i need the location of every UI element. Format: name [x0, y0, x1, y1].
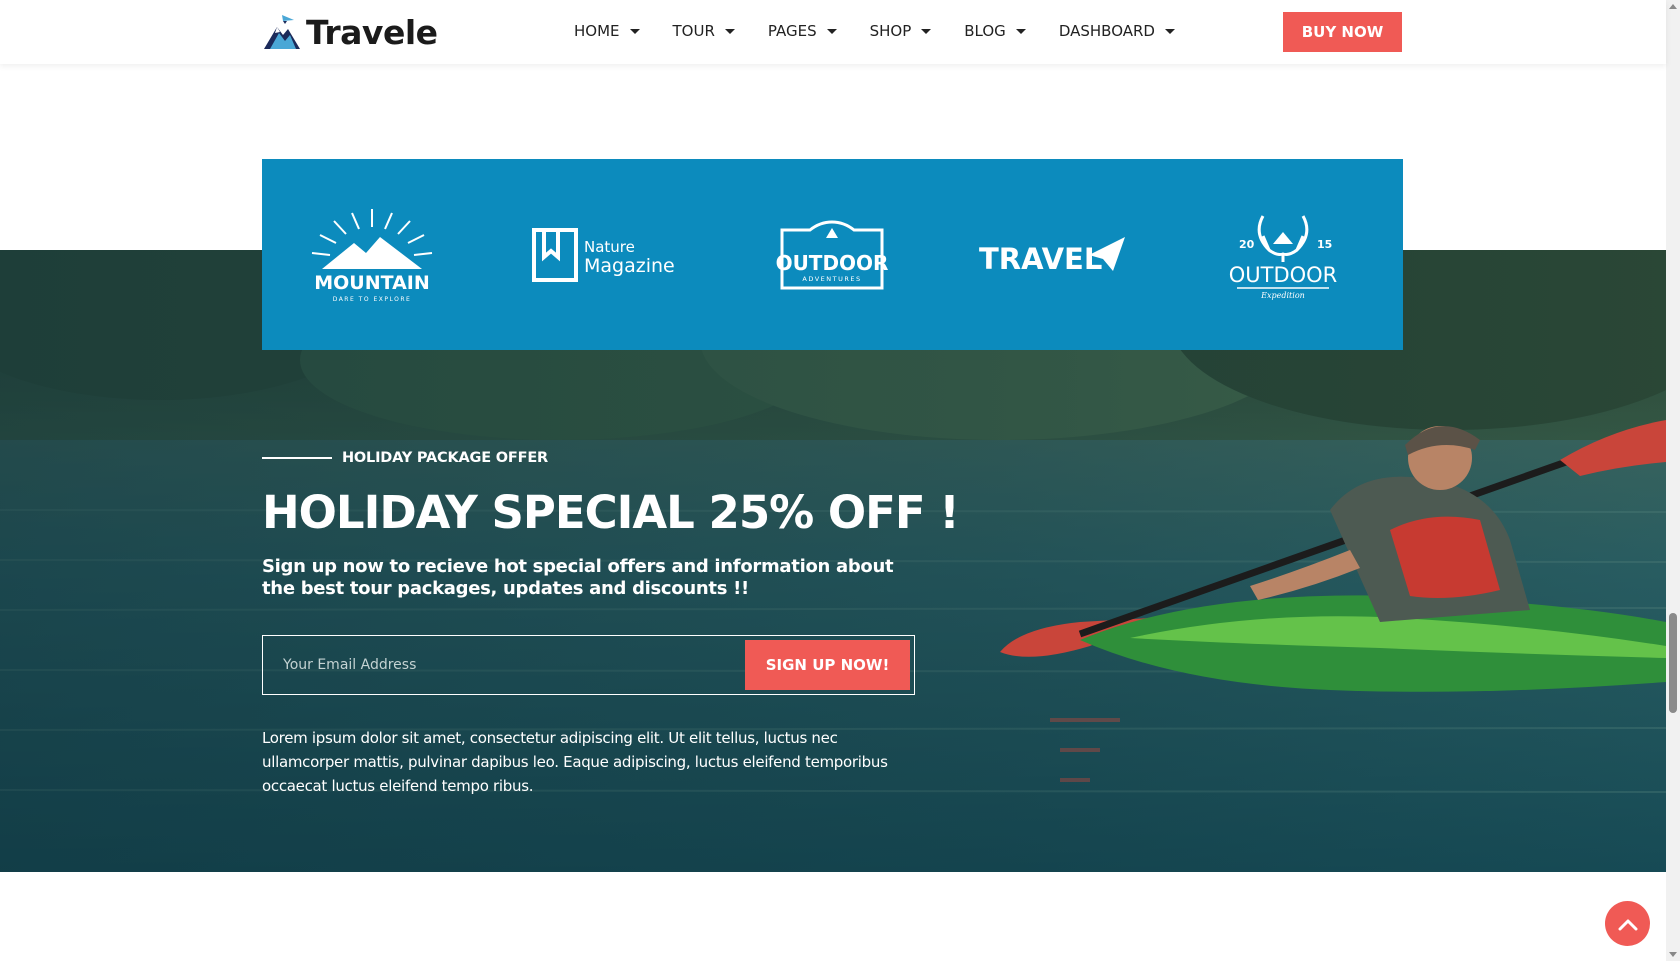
offer-headline: HOLIDAY SPECIAL 25% OFF !	[262, 486, 960, 539]
partner-tagline: Nature	[584, 238, 635, 256]
chevron-up-icon	[1618, 919, 1637, 930]
partner-tagline: Expedition	[1260, 291, 1305, 300]
paper-plane-icon: TRAVEL	[979, 236, 1125, 276]
partner-tagline: ADVENTURES	[802, 275, 861, 283]
nav-item-label: PAGES	[767, 22, 817, 40]
nav-item-label: DASHBOARD	[1058, 22, 1155, 40]
partner-year-right: 15	[1317, 238, 1332, 251]
nav-item-label: SHOP	[869, 22, 912, 40]
partner-tagline: DARE TO EXPLORE	[333, 296, 412, 303]
nav-item-tour[interactable]: TOUR	[673, 22, 735, 40]
buy-now-button[interactable]: BUY NOW	[1283, 12, 1402, 52]
brand-logo[interactable]: Travele	[262, 10, 438, 54]
scrollbar-thumb[interactable]	[1669, 613, 1677, 713]
partner-year-left: 20	[1239, 238, 1255, 251]
page-scrollbar[interactable]	[1666, 0, 1680, 961]
offer-body-text: Lorem ipsum dolor sit amet, consectetur …	[262, 729, 888, 795]
email-input[interactable]	[263, 636, 743, 694]
partner-logo-outdoor-expedition[interactable]: 20 15 OUTDOOR Expedition	[1162, 159, 1403, 350]
mountain-sunburst-icon: MOUNTAIN DARE TO EXPLORE	[311, 208, 433, 303]
nav-item-pages[interactable]: PAGES	[768, 22, 837, 40]
brand-name: Travele	[306, 12, 438, 52]
caret-down-icon	[826, 28, 837, 34]
back-to-top-button[interactable]	[1605, 901, 1650, 946]
nav-item-blog[interactable]: BLOG	[964, 22, 1026, 40]
partner-logo-travel[interactable]: TRAVEL	[942, 159, 1162, 350]
partner-logo-mountain[interactable]: MOUNTAIN DARE TO EXPLORE	[262, 159, 482, 350]
partner-name: TRAVEL	[979, 242, 1102, 276]
partner-name: OUTDOOR	[776, 251, 889, 275]
nav-item-shop[interactable]: SHOP	[870, 22, 932, 40]
caret-down-icon	[724, 28, 735, 34]
offer-subline: Sign up now to recieve hot special offer…	[262, 556, 894, 599]
partner-name: MOUNTAIN	[314, 272, 430, 294]
nav-item-home[interactable]: HOME	[574, 22, 640, 40]
partner-logo-outdoor-adventures[interactable]: OUTDOOR ADVENTURES	[722, 159, 942, 350]
kicker-divider	[262, 457, 332, 459]
caret-down-icon	[629, 28, 640, 34]
antlers-icon: 20 15 OUTDOOR Expedition	[1228, 214, 1337, 300]
partner-logos-band: MOUNTAIN DARE TO EXPLORE Nature Magazine…	[262, 159, 1403, 350]
caret-down-icon	[1164, 28, 1175, 34]
partner-name: Magazine	[584, 255, 675, 277]
nav-item-dashboard[interactable]: DASHBOARD	[1059, 22, 1175, 40]
outdoor-badge-icon: OUTDOOR ADVENTURES	[776, 219, 888, 289]
offer-kicker-text: HOLIDAY PACKAGE OFFER	[342, 450, 548, 466]
mountain-plane-logo-icon	[264, 15, 300, 49]
bookmark-icon: Nature Magazine	[532, 227, 675, 282]
nav-item-label: HOME	[574, 22, 620, 40]
main-nav: HOME TOUR PAGES SHOP BLOG DASHBOARD	[574, 0, 1208, 62]
partner-logo-nature-magazine[interactable]: Nature Magazine	[482, 159, 722, 350]
nav-item-label: TOUR	[672, 22, 715, 40]
nav-item-label: BLOG	[964, 22, 1006, 40]
site-header: Travele HOME TOUR PAGES SHOP BLOG DASHBO…	[0, 0, 1666, 64]
newsletter-form: SIGN UP NOW!	[262, 635, 915, 695]
scroll-up-icon[interactable]	[1669, 4, 1677, 9]
scroll-down-icon[interactable]	[1669, 952, 1677, 957]
caret-down-icon	[1015, 28, 1026, 34]
offer-kicker: HOLIDAY PACKAGE OFFER	[262, 448, 548, 468]
partner-name: OUTDOOR	[1228, 263, 1337, 287]
caret-down-icon	[921, 28, 932, 34]
sign-up-button[interactable]: SIGN UP NOW!	[745, 640, 910, 690]
